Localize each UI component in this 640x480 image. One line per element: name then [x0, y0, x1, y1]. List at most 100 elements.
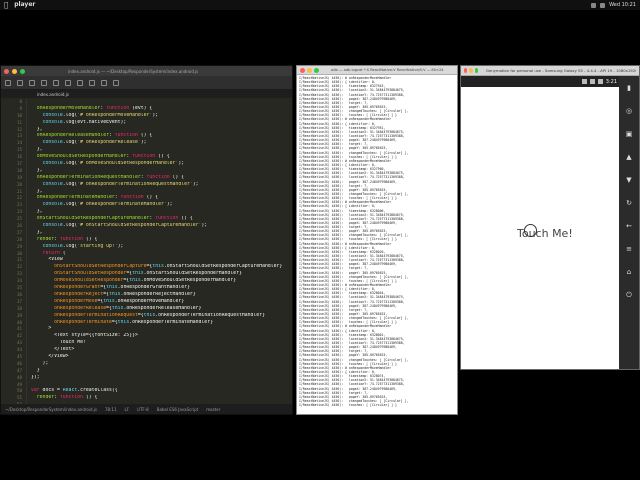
camera-icon[interactable]: ▣	[625, 130, 634, 139]
code-line[interactable]: onResponderMove={this.onResponderMoveHan…	[31, 299, 292, 306]
gps-icon[interactable]: ◎	[625, 107, 634, 116]
code-line[interactable]: >	[31, 326, 292, 333]
toolbar-icon[interactable]	[29, 79, 35, 86]
volume-up-icon[interactable]: ▲	[625, 153, 634, 162]
line-number: 49	[16, 381, 22, 387]
minimize-icon[interactable]	[12, 68, 17, 74]
code-line[interactable]: console.log('# onResponderTerminateHandl…	[31, 202, 292, 209]
toolbar-icon[interactable]	[5, 79, 11, 86]
app-screen[interactable]: Touch Me!	[461, 87, 621, 369]
status-path[interactable]: ~/Desktop/ResponderSystem/index.android.…	[5, 407, 97, 412]
line-number: 18	[16, 167, 22, 173]
toolbar-icon[interactable]	[53, 79, 59, 86]
tab-index-android[interactable]: index.android.js	[31, 92, 75, 97]
code-line[interactable]: Touch Me!	[31, 340, 292, 347]
code-line[interactable]: },	[31, 209, 292, 216]
toolbar-icon[interactable]	[113, 79, 119, 86]
code-line[interactable]: );	[31, 361, 292, 368]
volume-down-icon[interactable]: ▼	[625, 176, 634, 185]
wifi-icon[interactable]	[591, 2, 597, 8]
code-line[interactable]: onStartShouldSetResponder={this.onStartS…	[31, 271, 292, 278]
editor-body[interactable]: 8 9 10 11 12 13 14 15 16 17 18 19 20 21 22 23 24 25 26 27 28…	[1, 99, 292, 404]
line-number: 28	[16, 236, 22, 242]
toolbar-icon[interactable]	[101, 79, 107, 86]
code-line[interactable]: },	[31, 230, 292, 237]
code-line[interactable]: <Text style={{fontSize: 25}}>	[31, 333, 292, 340]
code-line[interactable]: onMoveShouldSetResponder={this.onMoveSho…	[31, 278, 292, 285]
line-number: 35	[16, 285, 22, 291]
zoom-icon[interactable]	[314, 67, 319, 73]
code-line[interactable]: console.log('# onResponderMoveHandler');	[31, 113, 292, 120]
close-icon[interactable]	[300, 67, 305, 73]
code-line[interactable]: onResponderTerminate={this.onResponderTe…	[31, 320, 292, 327]
toolbar-icon[interactable]	[77, 79, 83, 86]
code-line[interactable]: console.log('# onMoveShouldSetResponderH…	[31, 161, 292, 168]
toolbar-icon[interactable]	[17, 79, 23, 86]
code-line[interactable]: var docs = React.createClass({	[31, 388, 292, 395]
menu-icon[interactable]: ≡	[625, 245, 634, 254]
code-line[interactable]: },	[31, 168, 292, 175]
menubar-status: Wed 10:21	[591, 0, 636, 10]
menubar:  player Wed 10:21	[0, 0, 640, 10]
code-line[interactable]: <View	[31, 257, 292, 264]
minimize-icon[interactable]	[469, 68, 473, 73]
code-area[interactable]: onResponderMoveHandler: function (evt) {…	[27, 99, 292, 404]
code-line[interactable]: render: function () {	[31, 395, 292, 402]
power-icon[interactable]: ⏻	[625, 291, 634, 300]
code-line[interactable]	[31, 382, 292, 389]
minimize-icon[interactable]	[307, 67, 312, 73]
code-line[interactable]: onResponderReleaseHandler: function () {	[31, 133, 292, 140]
android-statusbar: 3:21	[461, 76, 621, 87]
apple-icon[interactable]: 	[4, 0, 8, 10]
code-line[interactable]: },	[31, 127, 292, 134]
code-line[interactable]: });	[31, 375, 292, 382]
code-line[interactable]: </View>	[31, 354, 292, 361]
code-line[interactable]: console.log(evt.nativeEvent);	[31, 120, 292, 127]
status-line-ending[interactable]: LF	[125, 407, 130, 412]
code-line[interactable]: console.log('starting up!');	[31, 244, 292, 251]
code-line[interactable]: onResponderRelease={this.onResponderRele…	[31, 306, 292, 313]
code-line[interactable]: return (	[31, 251, 292, 258]
code-line[interactable]: onResponderTerminationRequest={this.onRe…	[31, 313, 292, 320]
zoom-icon[interactable]	[474, 68, 478, 73]
code-line[interactable]: onMoveShouldSetResponderHandler: functio…	[31, 154, 292, 161]
code-line[interactable]: onStartShouldSetResponderCaptureHandler:…	[31, 216, 292, 223]
line-number: 16	[16, 154, 22, 160]
code-line[interactable]: }	[31, 368, 292, 375]
editor-toolbar	[1, 76, 292, 90]
battery-icon[interactable]	[600, 2, 606, 8]
rotate-icon[interactable]: ↻	[625, 199, 634, 208]
toolbar-icon[interactable]	[65, 79, 71, 86]
battery-icon[interactable]: ▮	[625, 84, 634, 93]
menubar-clock[interactable]: Wed 10:21	[609, 0, 636, 10]
code-line[interactable]: onStartShouldSetResponderCapture={this.o…	[31, 264, 292, 271]
status-encoding[interactable]: UTF-8	[137, 407, 149, 412]
menubar-app-name[interactable]: player	[14, 0, 35, 10]
code-line[interactable]: render: function () {	[31, 237, 292, 244]
terminal-output[interactable]: I/ReactNativeJS( 4456): # onResponderMov…	[299, 76, 455, 414]
code-line[interactable]: onResponderTerminationRequestHandler: fu…	[31, 175, 292, 182]
toolbar-icon[interactable]	[89, 79, 95, 86]
status-git-branch[interactable]: master	[206, 407, 220, 412]
home-icon[interactable]: ⌂	[625, 268, 634, 277]
code-line[interactable]: onResponderGrant={this.onResponderGrantH…	[31, 285, 292, 292]
code-line[interactable]: console.log('# onResponderRelease');	[31, 140, 292, 147]
code-line[interactable]: </Text>	[31, 347, 292, 354]
code-line[interactable]: onResponderMoveHandler: function (evt) {	[31, 106, 292, 113]
code-line[interactable]: },	[31, 147, 292, 154]
touch-cursor-icon	[524, 224, 537, 237]
zoom-icon[interactable]	[20, 68, 25, 74]
code-line[interactable]: onResponderTerminateHandler: function ()…	[31, 195, 292, 202]
close-icon[interactable]	[464, 68, 468, 73]
code-line[interactable]: },	[31, 189, 292, 196]
code-line[interactable]: onResponderReject={this.onResponderRejec…	[31, 292, 292, 299]
close-icon[interactable]	[4, 68, 9, 74]
back-icon[interactable]: ←	[625, 222, 634, 231]
status-cursor-pos[interactable]: 78:11	[105, 407, 117, 412]
toolbar-icon[interactable]	[41, 79, 47, 86]
code-line[interactable]: console.log('# onStartShouldSetResponder…	[31, 223, 292, 230]
code-line[interactable]: console.log('# onResponderTerminationReq…	[31, 182, 292, 189]
status-grammar[interactable]: Babel ES6 JavaScript	[157, 407, 199, 412]
code-line[interactable]	[31, 99, 292, 106]
line-number-gutter: 8 9 10 11 12 13 14 15 16 17 18 19 20 21 22 23 24 25 26 27 28…	[1, 99, 27, 404]
